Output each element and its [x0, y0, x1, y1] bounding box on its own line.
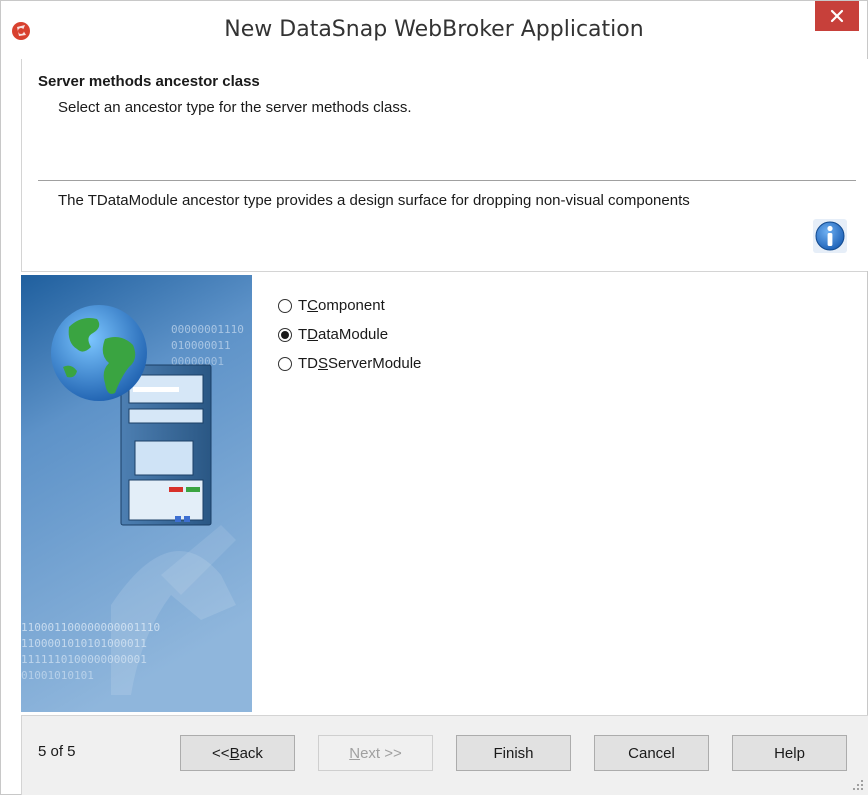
radio-label: TDataModule — [298, 326, 389, 343]
header-divider — [21, 271, 867, 272]
ancestor-type-radio-group: TComponent TDataModule TDSServerModule — [278, 291, 421, 378]
radio-option-tdsservermodule[interactable]: TDSServerModule — [278, 349, 421, 378]
wizard-dialog: New DataSnap WebBroker Application Serve… — [0, 0, 868, 795]
binary-text: 1100001010101000011 — [21, 637, 147, 650]
binary-text: 010000011 — [171, 339, 231, 352]
radio-button[interactable] — [278, 327, 292, 342]
radio-button[interactable] — [278, 298, 292, 313]
info-icon[interactable] — [813, 219, 847, 253]
cancel-button[interactable]: Cancel — [594, 735, 709, 771]
radio-option-tdatamodule[interactable]: TDataModule — [278, 320, 421, 349]
header-separator — [38, 180, 856, 181]
binary-text: 1111110100000000001 — [21, 653, 147, 666]
radio-button[interactable] — [278, 356, 292, 371]
resize-grip-icon[interactable] — [852, 779, 864, 791]
title-bar[interactable]: New DataSnap WebBroker Application — [1, 1, 867, 59]
binary-text: 01001010101 — [21, 669, 94, 682]
page-subtitle: Select an ancestor type for the server m… — [58, 99, 412, 116]
help-button[interactable]: Help — [732, 735, 847, 771]
wizard-footer: 5 of 5 << Back Next >> Finish Cancel Hel… — [21, 715, 868, 795]
wizard-side-graphic: 00000001110 010000011 00000001 110001100… — [21, 275, 252, 712]
next-button[interactable]: Next >> — [318, 735, 433, 771]
back-button[interactable]: << Back — [180, 735, 295, 771]
page-title: Server methods ancestor class — [38, 73, 260, 90]
page-count: 5 of 5 — [38, 743, 76, 760]
binary-text: 110001100000000001110 — [21, 621, 160, 634]
radio-label: TComponent — [298, 297, 385, 314]
window-title: New DataSnap WebBroker Application — [224, 17, 644, 42]
close-icon — [830, 9, 844, 23]
radio-label: TDSServerModule — [298, 355, 422, 372]
close-button[interactable] — [815, 1, 859, 31]
wizard-header: Server methods ancestor class Select an … — [21, 59, 868, 271]
radio-option-tcomponent[interactable]: TComponent — [278, 291, 421, 320]
page-description: The TDataModule ancestor type provides a… — [58, 192, 690, 209]
binary-text: 00000001110 — [171, 323, 244, 336]
finish-button[interactable]: Finish — [456, 735, 571, 771]
